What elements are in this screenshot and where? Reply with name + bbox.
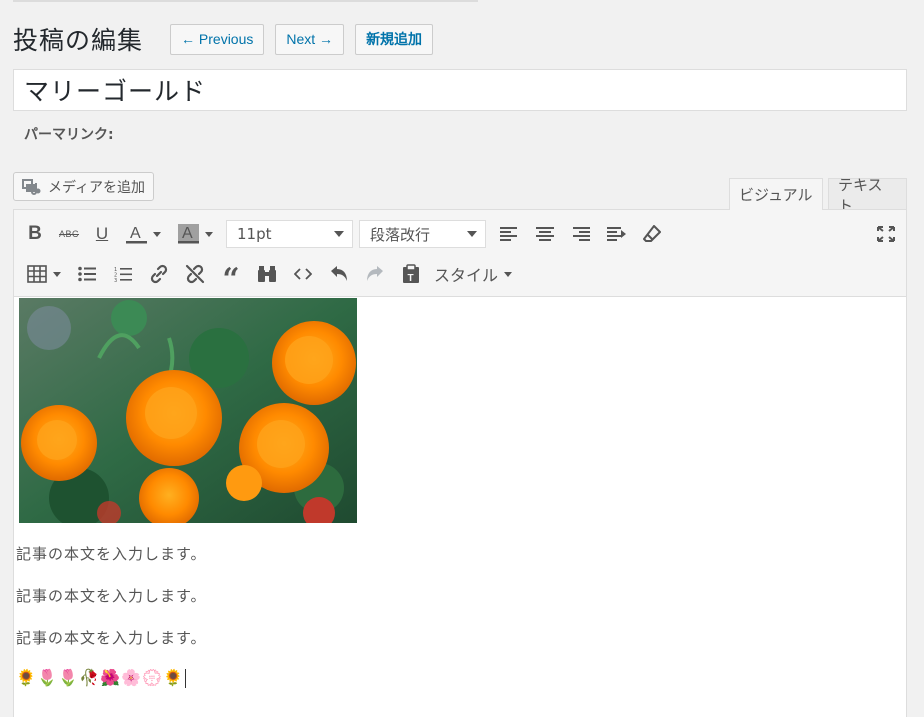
table-icon[interactable] — [24, 259, 64, 289]
format-select[interactable]: 段落改行 — [359, 220, 486, 248]
font-size-select[interactable]: 11pt — [226, 220, 353, 248]
flower-emoji: 🌸 — [121, 668, 141, 687]
toolbar-row-2: 123 “ T スタイル — [24, 259, 522, 295]
flower-emoji: 🥀 — [79, 668, 99, 687]
emoji-line: 🌻 🌷 🌷 🥀 🌺 🌸 💮 🌻 — [16, 668, 186, 688]
svg-text:A: A — [182, 225, 193, 242]
numbered-list-icon[interactable]: 123 — [110, 259, 136, 289]
text-color-icon[interactable]: A — [122, 219, 164, 249]
add-new-button[interactable]: 新規追加 — [355, 23, 434, 55]
styles-dropdown[interactable]: スタイル — [434, 259, 513, 289]
add-media-button[interactable]: メディアを追加 — [13, 172, 155, 201]
flower-emoji: 🌻 — [16, 668, 36, 687]
flower-emoji: 🌻 — [163, 668, 183, 687]
paste-icon[interactable]: T — [398, 259, 424, 289]
content-editor: B ABC U A A 11pt 段落改行 1 2 3 “ T スタイル 記事の… — [13, 209, 907, 717]
blockquote-icon[interactable]: “ — [218, 259, 244, 295]
styles-label: スタイル — [434, 268, 499, 285]
tab-text[interactable]: テキスト — [828, 176, 907, 215]
align-right-icon[interactable] — [568, 219, 594, 249]
find-icon[interactable] — [254, 259, 280, 289]
eraser-icon[interactable] — [640, 219, 664, 249]
flower-emoji: 🌷 — [37, 668, 57, 687]
svg-text:A: A — [130, 225, 141, 242]
page-heading: 投稿の編集 ← Previous Next → 新規追加 — [13, 22, 444, 56]
unlink-icon[interactable] — [182, 259, 208, 289]
flower-emoji: 🌷 — [58, 668, 78, 687]
svg-text:T: T — [408, 273, 414, 284]
font-size-value: 11pt — [237, 225, 272, 243]
flower-emoji: 🌺 — [100, 668, 120, 687]
redo-icon[interactable] — [362, 259, 388, 289]
text-cursor — [185, 668, 186, 688]
permalink-label: パーマリンク: — [24, 127, 114, 143]
format-value: 段落改行 — [370, 225, 431, 244]
toolbar-row-1: B ABC U A A 11pt 段落改行 — [24, 219, 674, 249]
bullet-list-icon[interactable] — [74, 259, 100, 289]
top-divider — [13, 0, 478, 2]
fullscreen-button[interactable] — [876, 219, 896, 249]
bold-icon[interactable]: B — [24, 219, 46, 249]
next-button[interactable]: Next → — [275, 23, 345, 55]
flower-emoji: 💮 — [142, 668, 162, 687]
tab-visual[interactable]: ビジュアル — [729, 178, 823, 210]
page-title: 投稿の編集 — [13, 26, 144, 55]
paragraph: 記事の本文を入力します。 — [16, 545, 207, 563]
post-title-input[interactable]: マリーゴールド — [13, 69, 907, 111]
fullscreen-icon — [877, 226, 895, 242]
align-left-icon[interactable] — [496, 219, 522, 249]
underline-icon[interactable]: U — [92, 219, 112, 249]
strikethrough-icon[interactable]: ABC — [56, 219, 82, 249]
svg-text:3: 3 — [114, 278, 117, 282]
align-center-icon[interactable] — [532, 219, 558, 249]
media-icon — [22, 178, 41, 195]
wrap-text-icon[interactable] — [604, 219, 630, 249]
undo-icon[interactable] — [326, 259, 352, 289]
background-color-icon[interactable]: A — [174, 219, 216, 249]
previous-button[interactable]: ← Previous — [170, 23, 265, 55]
marigold-photo[interactable] — [19, 298, 357, 523]
link-icon[interactable] — [146, 259, 172, 289]
editor-toolbar: B ABC U A A 11pt 段落改行 1 2 3 “ T スタイル — [14, 210, 906, 297]
paragraph: 記事の本文を入力します。 — [16, 587, 207, 605]
code-icon[interactable] — [290, 259, 316, 289]
paragraph: 記事の本文を入力します。 — [16, 629, 207, 647]
add-media-label: メディアを追加 — [48, 179, 146, 196]
